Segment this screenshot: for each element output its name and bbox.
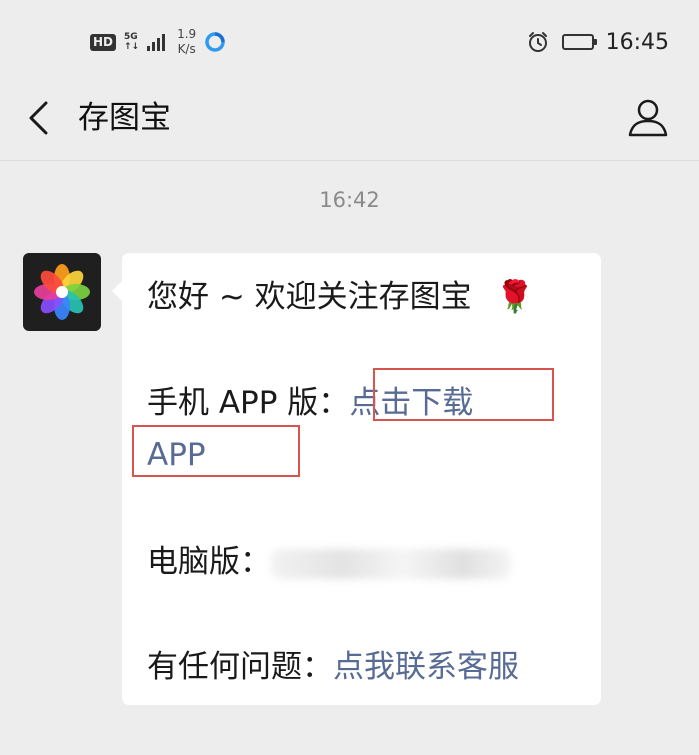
blurred-pc-link: [271, 548, 511, 579]
network-label: 5G: [124, 32, 138, 42]
highlight-box-app: [132, 425, 300, 477]
flower-logo-icon: [34, 264, 90, 320]
person-icon: [628, 99, 668, 137]
hd-badge: HD: [90, 33, 117, 51]
pc-line: 电脑版：: [147, 540, 511, 584]
status-left-group: HD 5G ↑↓ 1.9 K/s: [90, 24, 226, 60]
chevron-left-icon: [29, 101, 48, 135]
pc-label: 电脑版：: [147, 544, 271, 580]
status-bar: HD 5G ↑↓ 1.9 K/s 16:45: [0, 0, 699, 80]
network-arrows: ↑↓: [124, 42, 140, 52]
speed-unit: K/s: [177, 42, 196, 56]
contact-support-link[interactable]: 点我联系客服: [333, 649, 519, 685]
greeting-line: 您好 ~ 欢迎关注存图宝 🌹: [147, 275, 534, 319]
app-label: 手机 APP 版：: [147, 385, 350, 421]
message-bubble: 您好 ~ 欢迎关注存图宝 🌹 手机 APP 版：点击下载 APP 电脑版： 有任…: [112, 253, 601, 705]
rose-emoji: 🌹: [495, 279, 535, 315]
back-button[interactable]: [20, 98, 60, 138]
greeting-text: 您好 ~ 欢迎关注存图宝: [147, 279, 472, 315]
highlight-box-download: [373, 368, 554, 421]
status-time: 16:45: [605, 29, 669, 55]
nav-bar: 存图宝: [0, 80, 699, 161]
help-line: 有任何问题：点我联系客服: [147, 645, 519, 689]
page-title: 存图宝: [78, 100, 171, 136]
signal-icon: [147, 33, 166, 51]
alarm-icon: [528, 32, 547, 52]
network-type: 5G ↑↓: [124, 32, 139, 52]
network-speed: 1.9 K/s: [177, 27, 196, 57]
help-label: 有任何问题：: [147, 649, 333, 685]
profile-button[interactable]: [625, 94, 671, 140]
message-timestamp: 16:42: [319, 188, 380, 212]
status-right-group: 16:45: [526, 24, 669, 60]
location-icon: [205, 32, 225, 52]
battery-icon: [561, 34, 597, 50]
speed-value: 1.9: [177, 27, 197, 41]
avatar[interactable]: [23, 253, 101, 331]
